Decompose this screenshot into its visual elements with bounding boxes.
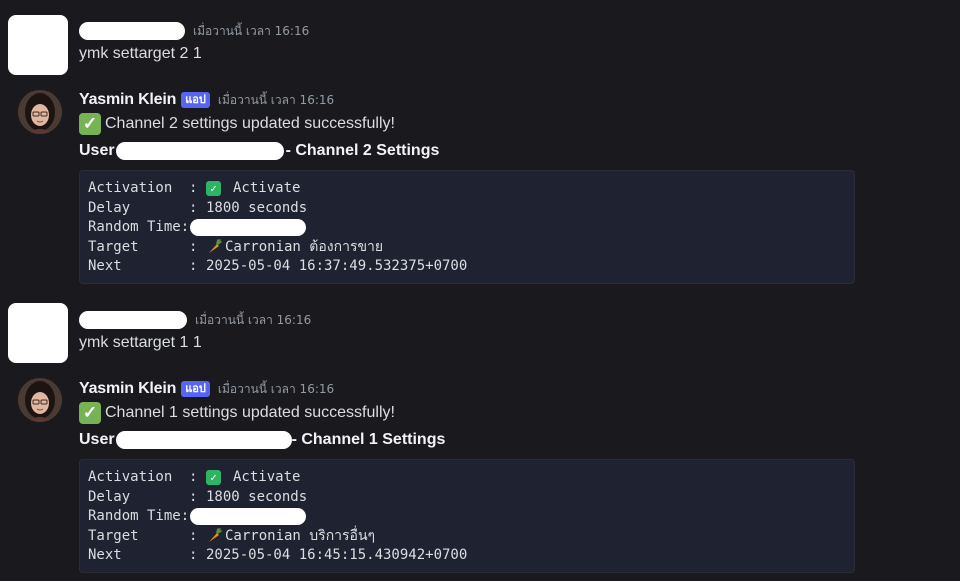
bot-name[interactable]: Yasmin Klein xyxy=(79,380,176,398)
settings-codeblock: Activation : ✓ Activate Delay : 1800 sec… xyxy=(79,459,855,573)
status-line: ✓ Channel 2 settings updated successfull… xyxy=(79,113,395,135)
check-mark-icon: ✓ xyxy=(79,113,101,135)
heading-prefix: User xyxy=(79,142,115,159)
code-row-next: Next : 2025-05-04 16:37:49.532375+0700 xyxy=(88,258,468,274)
code-row-delay: Delay : 1800 seconds xyxy=(88,488,308,505)
redacted-username[interactable] xyxy=(79,22,185,40)
status-text: Channel 1 settings updated successfully! xyxy=(105,404,395,421)
code-row-random-time: Random Time: xyxy=(88,507,846,527)
redacted-random-time xyxy=(190,508,307,526)
redacted-avatar[interactable] xyxy=(8,303,68,363)
redacted-avatar[interactable] xyxy=(8,15,68,75)
code-row-next: Next : 2025-05-04 16:45:15.430942+0700 xyxy=(88,547,468,563)
code-row-delay: Delay : 1800 seconds xyxy=(88,199,308,216)
message-text: ymk settarget 1 1 xyxy=(79,334,202,351)
app-badge: แอป xyxy=(181,381,210,397)
timestamp[interactable]: เมื่อวานนี้ เวลา 16:16 xyxy=(218,380,334,399)
settings-codeblock: Activation : ✓ Activate Delay : 1800 sec… xyxy=(79,170,855,284)
bot-avatar[interactable] xyxy=(18,90,62,134)
check-mark-icon: ✓ xyxy=(79,402,101,424)
timestamp[interactable]: เมื่อวานนี้ เวลา 16:16 xyxy=(218,91,334,110)
chat-log: เมื่อวานนี้ เวลา 16:16 ymk settarget 2 1… xyxy=(0,0,960,581)
bot-avatar[interactable] xyxy=(18,378,62,422)
code-row-target: Target : Carronian ต้องการขาย xyxy=(88,238,384,255)
redacted-user-mention xyxy=(115,142,284,160)
heading-suffix: - Channel 2 Settings xyxy=(285,142,440,159)
app-badge: แอป xyxy=(181,92,210,108)
settings-heading: User - Channel 1 Settings xyxy=(79,431,445,449)
check-icon: ✓ xyxy=(206,470,221,486)
timestamp[interactable]: เมื่อวานนี้ เวลา 16:16 xyxy=(195,311,311,330)
code-row-activation: Activation : ✓ Activate xyxy=(88,180,301,197)
redacted-username[interactable] xyxy=(79,311,187,329)
bot-name[interactable]: Yasmin Klein xyxy=(79,91,176,109)
message-text: ymk settarget 2 1 xyxy=(79,45,202,62)
redacted-user-mention xyxy=(115,431,292,449)
carrot-icon xyxy=(209,528,222,543)
timestamp[interactable]: เมื่อวานนี้ เวลา 16:16 xyxy=(193,22,309,41)
check-icon: ✓ xyxy=(206,181,221,197)
status-line: ✓ Channel 1 settings updated successfull… xyxy=(79,402,395,424)
status-text: Channel 2 settings updated successfully! xyxy=(105,115,395,132)
redacted-random-time xyxy=(190,219,307,237)
code-row-random-time: Random Time: xyxy=(88,218,846,238)
code-row-target: Target : Carronian บริการอื่นๆ xyxy=(88,527,376,544)
code-row-activation: Activation : ✓ Activate xyxy=(88,469,301,486)
carrot-icon xyxy=(209,239,222,254)
heading-prefix: User xyxy=(79,431,115,448)
settings-heading: User - Channel 2 Settings xyxy=(79,142,439,160)
heading-suffix: - Channel 1 Settings xyxy=(291,431,446,448)
